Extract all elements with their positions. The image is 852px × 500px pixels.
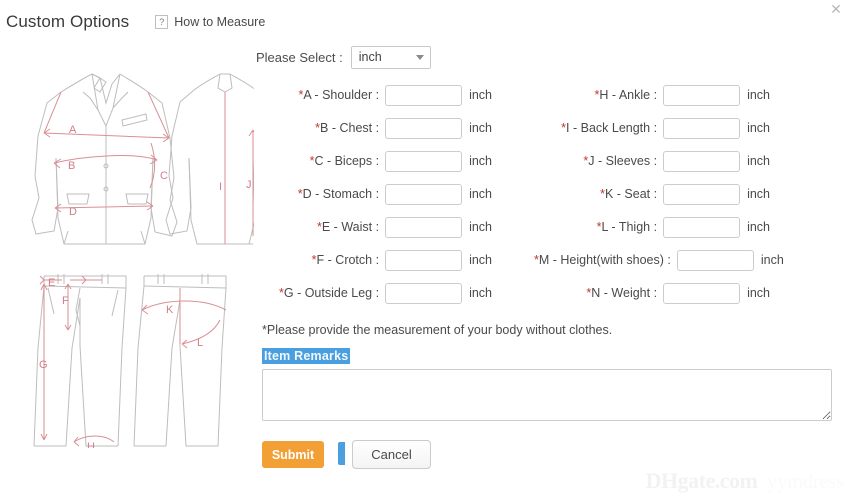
unit-stomach: inch bbox=[469, 187, 492, 201]
diagram-label-b: B bbox=[68, 160, 75, 172]
unit-weight: inch bbox=[747, 286, 770, 300]
label-height: *M - Height(with shoes) : bbox=[534, 253, 671, 267]
header: Custom Options ? How to Measure bbox=[6, 12, 265, 32]
help-icon: ? bbox=[155, 15, 169, 29]
input-shoulder[interactable] bbox=[385, 84, 463, 106]
how-to-measure-link[interactable]: ? How to Measure bbox=[155, 15, 265, 29]
diagram-label-k: K bbox=[166, 304, 174, 316]
unit-select[interactable]: inch bbox=[350, 45, 431, 69]
diagram-label-f: F bbox=[62, 295, 69, 307]
diagram-label-a: A bbox=[69, 124, 77, 136]
label-sleeves: *J - Sleeves : bbox=[583, 154, 658, 168]
unit-thigh: inch bbox=[747, 220, 770, 234]
input-chest[interactable] bbox=[385, 117, 463, 139]
input-back-length[interactable] bbox=[663, 117, 741, 139]
page-title: Custom Options bbox=[6, 12, 130, 31]
unit-chest: inch bbox=[469, 121, 492, 135]
measurement-fields: *A - Shoulder : inch *H - Ankle : inch *… bbox=[256, 84, 842, 304]
measurement-diagram: A B C D I J E F G H K L bbox=[14, 48, 254, 448]
input-sleeves[interactable] bbox=[663, 150, 741, 172]
chevron-down-icon bbox=[415, 54, 424, 60]
unit-shoulder: inch bbox=[469, 88, 492, 102]
unit-ankle: inch bbox=[747, 88, 770, 102]
measurement-row-d: *D - Stomach : inch bbox=[256, 183, 492, 205]
item-remarks-label-wrap: Item Remarks bbox=[256, 347, 842, 365]
diagram-label-d: D bbox=[69, 206, 77, 218]
input-height[interactable] bbox=[676, 249, 754, 271]
input-crotch[interactable] bbox=[385, 249, 463, 271]
label-weight: *N - Weight : bbox=[586, 286, 658, 300]
label-thigh: *L - Thigh : bbox=[596, 220, 658, 234]
unit-back-length: inch bbox=[747, 121, 770, 135]
diagram-label-c: C bbox=[160, 170, 168, 182]
unit-outside-leg: inch bbox=[469, 286, 492, 300]
hidden-blue-accent bbox=[338, 442, 345, 465]
unit-height: inch bbox=[760, 253, 784, 267]
measurement-row-e: *E - Waist : inch bbox=[256, 216, 492, 238]
diagram-label-j: J bbox=[246, 179, 252, 191]
measurement-row-f: *F - Crotch : inch bbox=[256, 249, 492, 271]
measurement-row-m: *M - Height(with shoes) : inch bbox=[534, 249, 784, 271]
input-weight[interactable] bbox=[663, 282, 741, 304]
measurement-row-c: *C - Biceps : inch bbox=[256, 150, 492, 172]
unit-crotch: inch bbox=[469, 253, 492, 267]
label-ankle: *H - Ankle : bbox=[594, 88, 658, 102]
input-seat[interactable] bbox=[663, 183, 741, 205]
diagram-label-e: E bbox=[48, 277, 55, 289]
label-back-length: *I - Back Length : bbox=[561, 121, 658, 135]
form-actions: Submit Cancel bbox=[256, 440, 842, 469]
measurement-row-h: *H - Ankle : inch bbox=[534, 84, 770, 106]
diagram-label-g: G bbox=[39, 359, 48, 371]
label-biceps: *C - Biceps : bbox=[309, 154, 380, 168]
unit-waist: inch bbox=[469, 220, 492, 234]
measurement-row-a: *A - Shoulder : inch bbox=[256, 84, 492, 106]
submit-button[interactable]: Submit bbox=[262, 441, 324, 468]
label-seat: *K - Seat : bbox=[600, 187, 658, 201]
watermark: DHgate.com yymdress bbox=[646, 468, 844, 494]
input-outside-leg[interactable] bbox=[385, 282, 463, 304]
unit-biceps: inch bbox=[469, 154, 492, 168]
diagram-label-i: I bbox=[219, 181, 222, 193]
measurement-row-i: *I - Back Length : inch bbox=[534, 117, 770, 139]
watermark-brand: DHgate.com bbox=[645, 468, 758, 493]
measurement-row-g: *G - Outside Leg : inch bbox=[256, 282, 492, 304]
input-biceps[interactable] bbox=[385, 150, 463, 172]
label-crotch: *F - Crotch : bbox=[311, 253, 380, 267]
measurement-row-j: *J - Sleeves : inch bbox=[534, 150, 770, 172]
label-chest: *B - Chest : bbox=[315, 121, 380, 135]
unit-sleeves: inch bbox=[747, 154, 770, 168]
input-thigh[interactable] bbox=[663, 216, 741, 238]
unit-select-value: inch bbox=[358, 50, 382, 64]
label-shoulder: *A - Shoulder : bbox=[298, 88, 380, 102]
label-stomach: *D - Stomach : bbox=[297, 187, 380, 201]
input-ankle[interactable] bbox=[663, 84, 741, 106]
measurement-diagram-svg: A B C D I J E F G H K L bbox=[31, 73, 254, 448]
item-remarks-label: Item Remarks bbox=[262, 348, 351, 364]
close-icon[interactable]: ✕ bbox=[828, 1, 844, 17]
measurement-row-n: *N - Weight : inch bbox=[534, 282, 770, 304]
unit-seat: inch bbox=[747, 187, 770, 201]
diagram-label-h: H bbox=[87, 441, 95, 448]
measurement-row-b: *B - Chest : inch bbox=[256, 117, 492, 139]
measurement-row-k: *K - Seat : inch bbox=[534, 183, 770, 205]
unit-select-label: Please Select : bbox=[256, 49, 343, 65]
diagram-label-l: L bbox=[197, 337, 203, 349]
input-waist[interactable] bbox=[385, 216, 463, 238]
measurement-note: *Please provide the measurement of your … bbox=[262, 323, 613, 337]
cancel-button[interactable]: Cancel bbox=[352, 440, 431, 469]
measurement-form: Please Select : inch *A - Shoulder : inc… bbox=[256, 44, 842, 469]
unit-selector-row: Please Select : inch bbox=[256, 44, 842, 70]
label-waist: *E - Waist : bbox=[317, 220, 380, 234]
how-to-measure-label: How to Measure bbox=[174, 15, 266, 29]
item-remarks-textarea[interactable] bbox=[262, 369, 832, 421]
input-stomach[interactable] bbox=[385, 183, 463, 205]
measurement-row-l: *L - Thigh : inch bbox=[534, 216, 770, 238]
label-outside-leg: *G - Outside Leg : bbox=[279, 286, 380, 300]
watermark-shop: yymdress bbox=[767, 471, 844, 493]
